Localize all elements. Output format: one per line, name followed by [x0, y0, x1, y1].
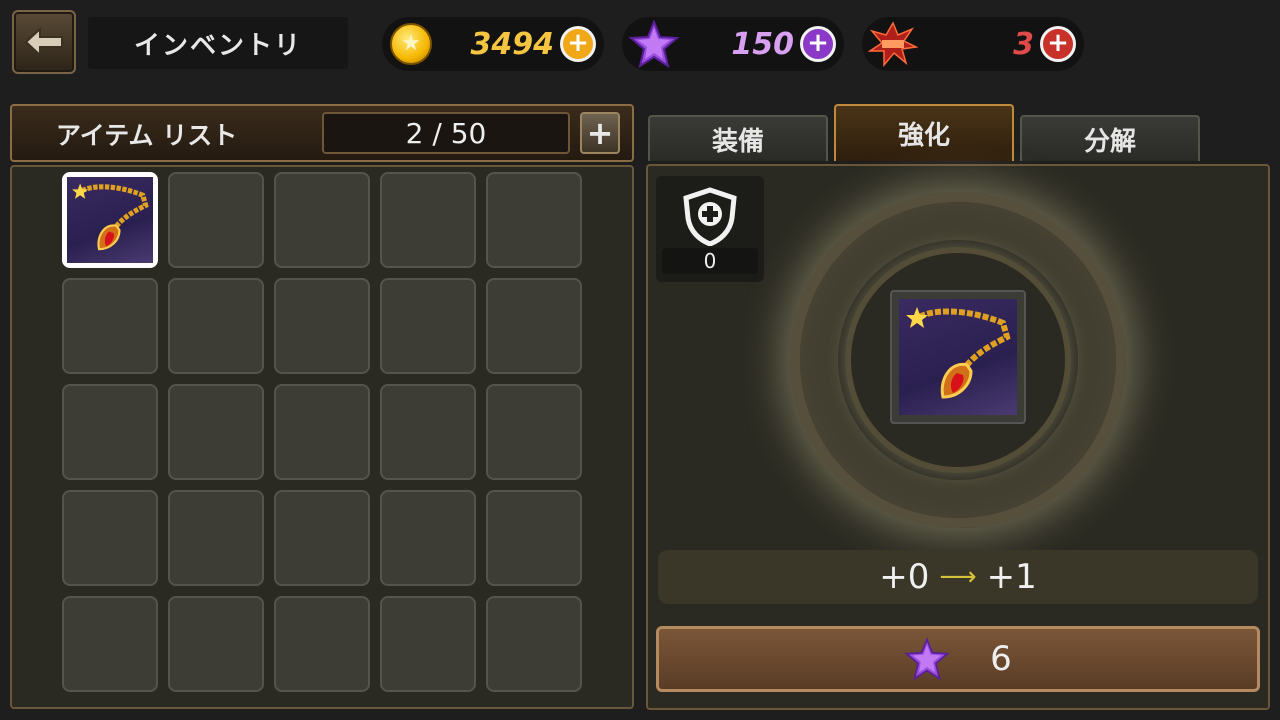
- star-value: 150: [731, 26, 794, 62]
- back-arrow-icon: [24, 27, 63, 57]
- level-to: +1: [986, 557, 1037, 597]
- inventory-slot[interactable]: [62, 490, 158, 586]
- upgrade-preview: +0 ⟶ +1: [658, 550, 1258, 604]
- inventory-slot[interactable]: [274, 384, 370, 480]
- inventory-slot[interactable]: [380, 172, 476, 268]
- purple-star-icon: [628, 20, 680, 68]
- shield-plus-icon: [683, 187, 737, 246]
- boom-icon: [868, 21, 918, 67]
- tab-dismantle[interactable]: 分解: [1020, 115, 1200, 161]
- back-button[interactable]: [12, 10, 76, 74]
- inventory-slot[interactable]: [380, 490, 476, 586]
- add-stars-button[interactable]: +: [800, 26, 836, 62]
- inventory-slot[interactable]: [168, 596, 264, 692]
- add-boom-button[interactable]: +: [1040, 26, 1076, 62]
- protect-count: 0: [662, 248, 758, 274]
- gold-currency: ★ 3494 +: [382, 17, 604, 71]
- inventory-slot[interactable]: [62, 172, 158, 268]
- page-title: インベントリ: [88, 17, 348, 69]
- inventory-slot[interactable]: [274, 490, 370, 586]
- necklace-icon: [67, 177, 153, 263]
- purple-star-icon: [904, 637, 950, 681]
- boom-currency: 3 +: [862, 17, 1084, 71]
- inventory-slot[interactable]: [486, 172, 582, 268]
- inventory-slot[interactable]: [274, 596, 370, 692]
- inventory-slot[interactable]: [486, 278, 582, 374]
- expand-inventory-button[interactable]: +: [580, 112, 620, 154]
- necklace-icon: [899, 299, 1017, 415]
- enhance-button[interactable]: 6: [656, 626, 1260, 692]
- inventory-slot[interactable]: [62, 596, 158, 692]
- add-gold-button[interactable]: +: [560, 26, 596, 62]
- arrow-right-icon: ⟶: [939, 562, 977, 592]
- inventory-slot[interactable]: [486, 596, 582, 692]
- gold-value: 3494: [470, 26, 555, 62]
- inventory-slot[interactable]: [274, 278, 370, 374]
- inventory-slot[interactable]: [168, 172, 264, 268]
- boom-value: 3: [1013, 26, 1034, 62]
- tab-enhance[interactable]: 強化: [834, 104, 1014, 161]
- gold-coin-icon: ★: [390, 23, 432, 65]
- inventory-title: アイテム リスト: [56, 121, 238, 150]
- enhance-cost: 6: [990, 639, 1012, 679]
- inventory-slot[interactable]: [168, 490, 264, 586]
- inventory-slot[interactable]: [486, 490, 582, 586]
- inventory-count: 2 / 50: [322, 112, 570, 154]
- inventory-slot[interactable]: [380, 278, 476, 374]
- inventory-slot[interactable]: [486, 384, 582, 480]
- enhance-target-item[interactable]: [890, 290, 1026, 424]
- inventory-slot[interactable]: [168, 384, 264, 480]
- inventory-slot[interactable]: [274, 172, 370, 268]
- inventory-slot[interactable]: [168, 278, 264, 374]
- tab-equip[interactable]: 装備: [648, 115, 828, 161]
- inventory-slot[interactable]: [380, 384, 476, 480]
- inventory-slot[interactable]: [380, 596, 476, 692]
- inventory-slot[interactable]: [62, 384, 158, 480]
- level-from: +0: [879, 557, 930, 597]
- star-currency: 150 +: [622, 17, 844, 71]
- inventory-slot[interactable]: [62, 278, 158, 374]
